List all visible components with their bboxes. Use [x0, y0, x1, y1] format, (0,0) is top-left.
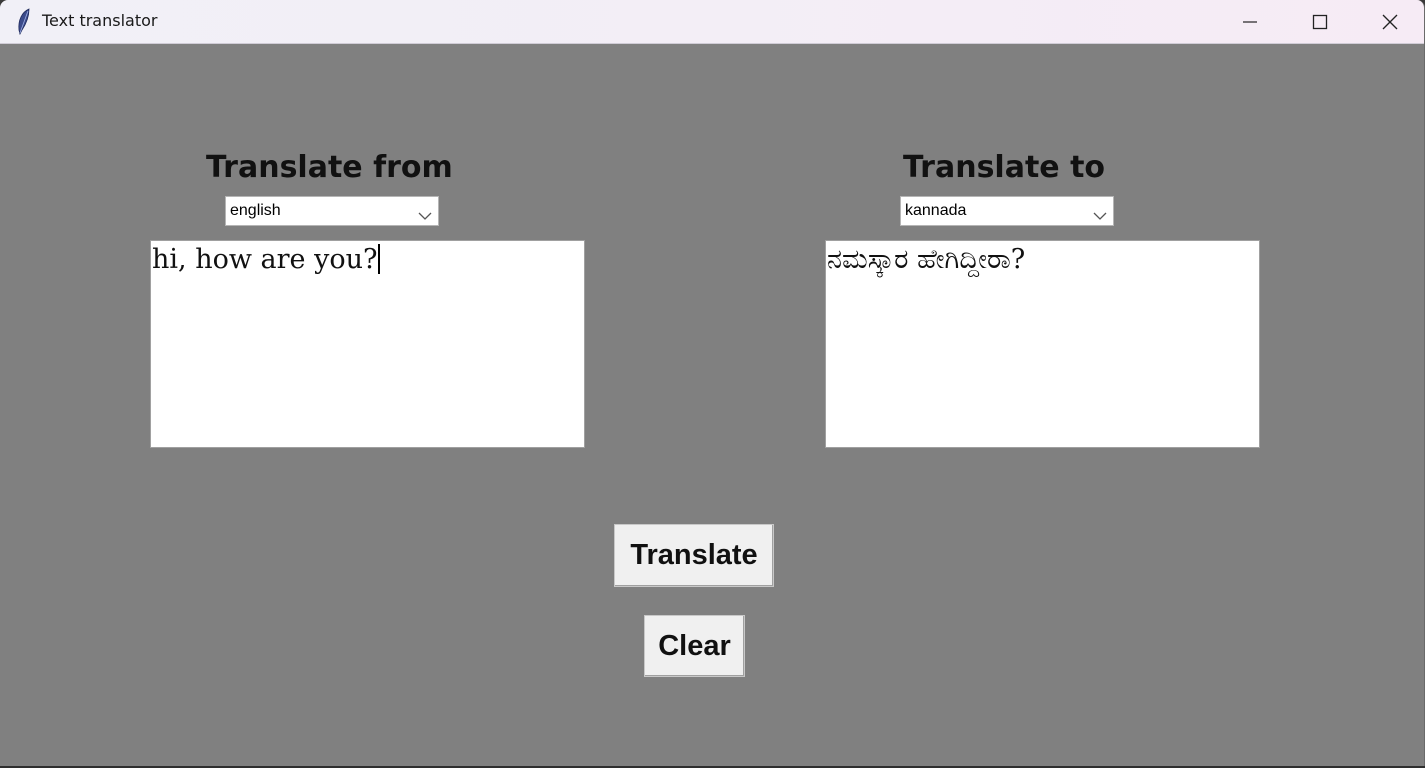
- target-language-select[interactable]: kannada: [900, 196, 1114, 226]
- minimize-button[interactable]: [1215, 0, 1285, 44]
- window-title: Text translator: [42, 11, 158, 30]
- target-text: ನಮಸ್ಕಾರ ಹೇಗಿದ್ದೀರಾ?: [827, 244, 1026, 275]
- close-icon: [1382, 14, 1398, 30]
- chevron-down-icon[interactable]: [418, 206, 432, 220]
- target-language-value: kannada: [905, 202, 967, 219]
- source-language-select[interactable]: english: [225, 196, 439, 226]
- maximize-icon: [1312, 14, 1328, 30]
- clear-button[interactable]: Clear: [644, 615, 745, 677]
- translate-to-heading: Translate to: [903, 150, 1106, 185]
- translate-button[interactable]: Translate: [614, 524, 774, 587]
- source-text: hi, how are you?: [152, 244, 378, 275]
- minimize-icon: [1242, 14, 1258, 30]
- translate-from-heading: Translate from: [206, 150, 453, 185]
- target-text-output[interactable]: ನಮಸ್ಕಾರ ಹೇಗಿದ್ದೀರಾ?: [825, 240, 1260, 448]
- close-button[interactable]: [1355, 0, 1424, 44]
- text-cursor: [378, 244, 381, 274]
- source-text-input[interactable]: hi, how are you?: [150, 240, 585, 448]
- source-language-value: english: [230, 202, 281, 219]
- chevron-down-icon[interactable]: [1093, 206, 1107, 220]
- maximize-button[interactable]: [1285, 0, 1355, 44]
- title-bar[interactable]: Text translator: [0, 0, 1424, 44]
- app-window: Text translator Translate from Translate…: [0, 0, 1425, 766]
- feather-icon: [14, 8, 34, 36]
